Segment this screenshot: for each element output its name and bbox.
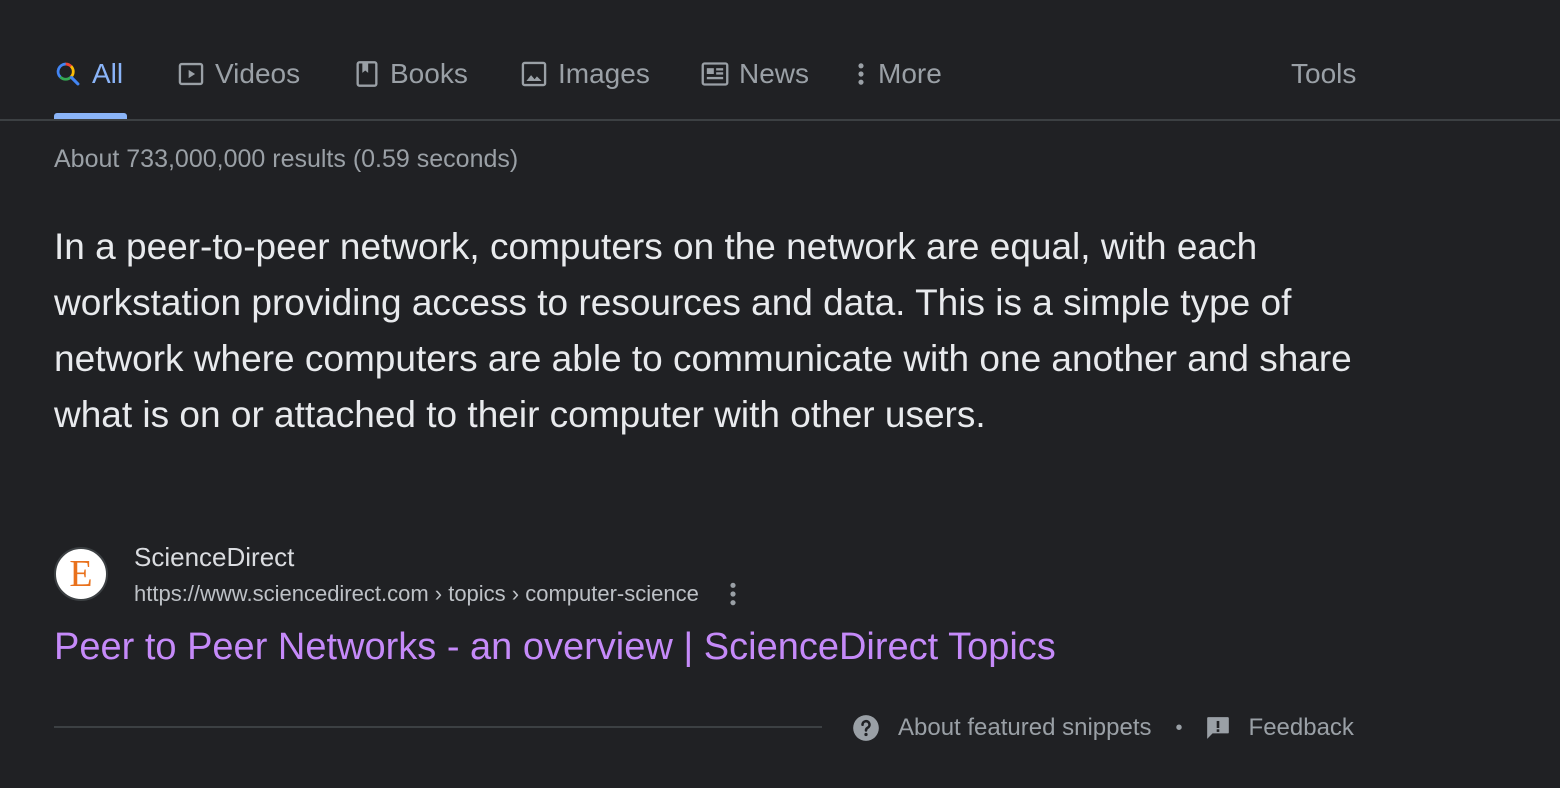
tab-news[interactable]: News xyxy=(701,52,809,96)
tab-videos-label: Videos xyxy=(215,58,301,89)
tab-more[interactable]: More xyxy=(856,52,942,96)
active-tab-indicator xyxy=(54,113,127,119)
search-tabs-bar: All Videos Books Images News More Tools xyxy=(0,0,1560,121)
source-url-row: https://www.sciencedirect.com › topics ›… xyxy=(134,579,745,609)
favicon-letter: E xyxy=(69,553,93,595)
result-options-icon[interactable] xyxy=(721,579,745,609)
book-icon xyxy=(354,60,380,88)
tab-images-label: Images xyxy=(558,58,650,89)
feedback-label: Feedback xyxy=(1248,714,1354,741)
featured-snippet-text: In a peer-to-peer network, computers on … xyxy=(54,226,1352,435)
tools-label: Tools xyxy=(1291,58,1357,89)
tab-books[interactable]: Books xyxy=(354,52,468,96)
source-site-name[interactable]: ScienceDirect xyxy=(134,540,745,574)
video-icon xyxy=(177,60,205,88)
tab-books-label: Books xyxy=(390,58,468,89)
sciencedirect-favicon: E xyxy=(54,547,108,601)
result-stats: About 733,000,000 results (0.59 seconds) xyxy=(54,145,519,173)
news-icon xyxy=(701,61,729,87)
feedback-icon xyxy=(1205,715,1231,741)
tab-all[interactable]: All xyxy=(54,52,123,96)
search-results-page: All Videos Books Images News More Tools … xyxy=(0,0,1560,788)
image-icon xyxy=(520,60,548,88)
feedback-link[interactable]: Feedback xyxy=(1205,714,1354,742)
about-featured-snippets-label: About featured snippets xyxy=(898,714,1152,741)
search-icon xyxy=(54,60,82,88)
result-title-link[interactable]: Peer to Peer Networks - an overview | Sc… xyxy=(54,626,1056,669)
help-icon xyxy=(852,714,880,742)
tab-news-label: News xyxy=(739,58,810,89)
tab-videos[interactable]: Videos xyxy=(177,52,300,96)
tab-all-label: All xyxy=(92,58,124,89)
more-vert-icon xyxy=(856,60,866,88)
source-info: ScienceDirect https://www.sciencedirect.… xyxy=(134,540,745,609)
snippet-footer: About featured snippets • Feedback xyxy=(852,710,1354,746)
source-url[interactable]: https://www.sciencedirect.com › topics ›… xyxy=(134,579,699,609)
tools-button[interactable]: Tools xyxy=(1291,52,1356,96)
tab-images[interactable]: Images xyxy=(520,52,650,96)
footer-separator: • xyxy=(1175,716,1183,739)
snippet-source: E ScienceDirect https://www.sciencedirec… xyxy=(54,540,745,609)
footer-divider xyxy=(54,726,822,728)
tab-more-label: More xyxy=(878,58,942,89)
about-featured-snippets-link[interactable]: About featured snippets xyxy=(852,714,1152,742)
